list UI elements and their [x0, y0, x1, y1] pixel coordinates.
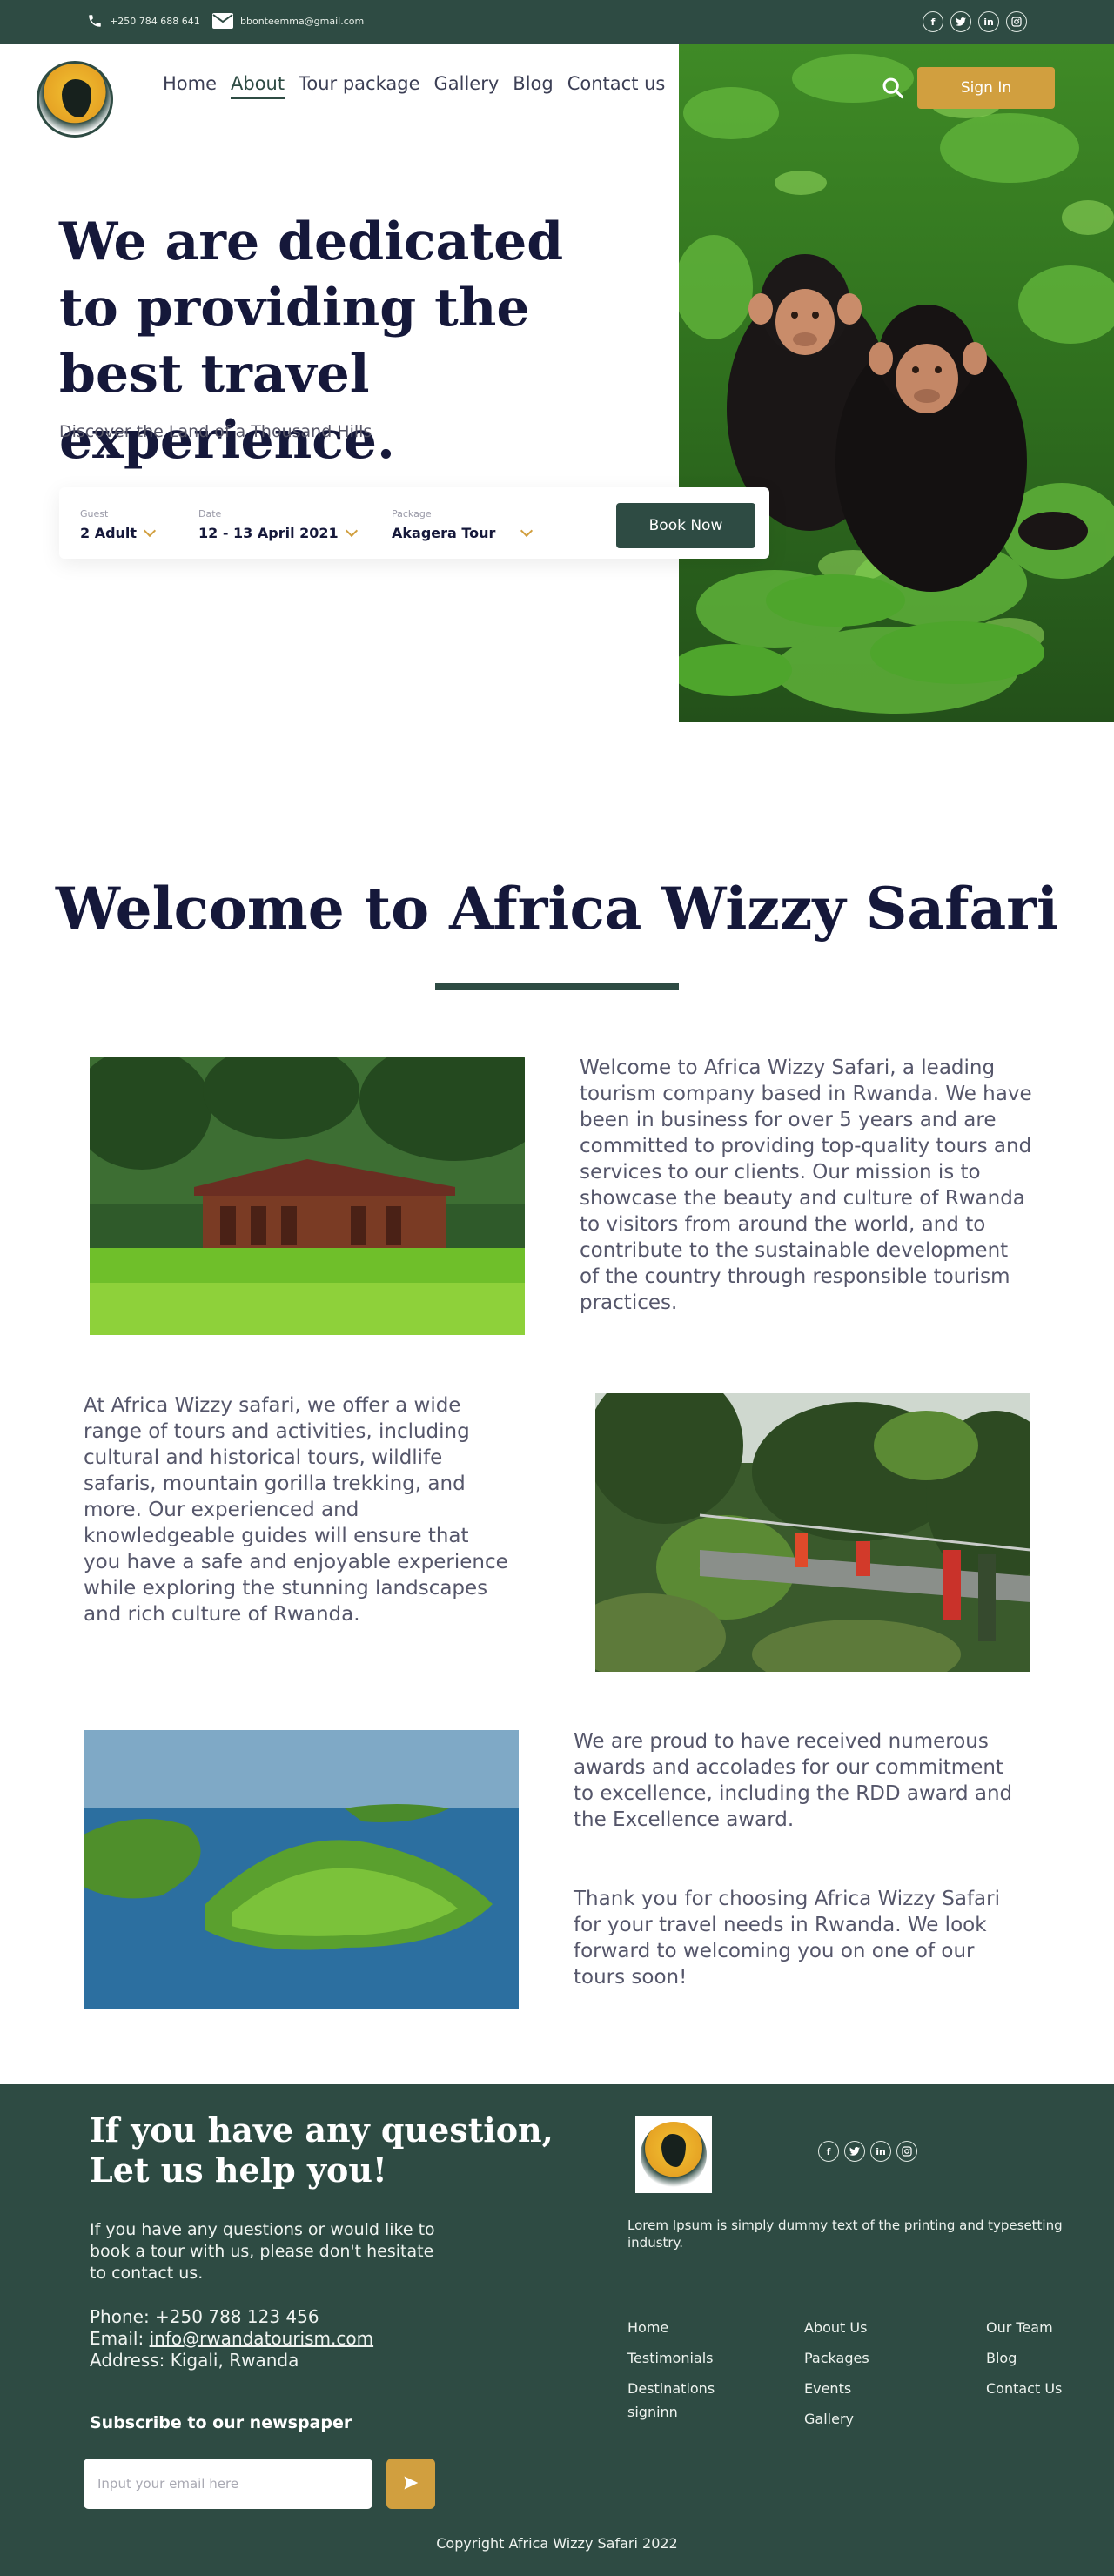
footer-email-link[interactable]: info@rwandatourism.com	[150, 2328, 373, 2349]
sign-in-button[interactable]: Sign In	[917, 67, 1055, 109]
footer-social-links: f in	[818, 2141, 917, 2162]
top-bar: +250 784 688 641 bbonteemma@gmail.com f …	[0, 0, 1114, 44]
africa-map-icon	[62, 79, 91, 117]
hero-subhead: Discover the Land of a Thousand Hills	[59, 422, 372, 441]
top-phone[interactable]: +250 784 688 641	[87, 13, 200, 29]
footer-contact-text: If you have any questions or would like …	[90, 2220, 435, 2283]
guest-value: 2 Adult	[80, 525, 138, 541]
hero-image-chimpanzees	[679, 44, 1114, 722]
welcome-paragraph-3: We are proud to have received numerous a…	[574, 1730, 1013, 1831]
twitter-icon[interactable]	[844, 2141, 865, 2162]
nav-about[interactable]: About	[231, 73, 285, 99]
title-underline	[435, 983, 679, 990]
search-icon[interactable]	[881, 76, 905, 100]
phone-icon	[89, 15, 101, 27]
book-now-button[interactable]: Book Now	[616, 503, 755, 548]
footer-link-home[interactable]: Home	[627, 2319, 715, 2336]
brand-logo[interactable]	[37, 61, 113, 138]
africa-map-icon	[661, 2134, 686, 2167]
footer-link-events[interactable]: Events	[804, 2380, 869, 2397]
package-field[interactable]: Package Akagera Tour	[392, 508, 534, 541]
top-email-text: bbonteemma@gmail.com	[240, 15, 365, 27]
footer: If you have any question, Let us help yo…	[0, 2084, 1114, 2576]
canopy-walk-image	[595, 1393, 1030, 1672]
twitter-icon[interactable]	[950, 11, 971, 32]
newsletter-heading: Subscribe to our newspaper	[90, 2413, 352, 2432]
footer-link-testimonials[interactable]: Testimonials	[627, 2350, 715, 2366]
footer-link-contact-us[interactable]: Contact Us	[986, 2380, 1062, 2397]
facebook-icon[interactable]: f	[818, 2141, 839, 2162]
welcome-title: Welcome to Africa Wizzy Safari	[55, 875, 1059, 943]
footer-title-line-2: Let us help you!	[90, 2150, 387, 2190]
send-icon	[404, 2476, 419, 2489]
footer-link-packages[interactable]: Packages	[804, 2350, 869, 2366]
package-value: Akagera Tour	[392, 525, 496, 541]
footer-contact-info: Phone: +250 788 123 456 Email: info@rwan…	[90, 2306, 373, 2371]
date-field[interactable]: Date 12 - 13 April 2021	[198, 508, 358, 541]
nav-gallery[interactable]: Gallery	[434, 73, 500, 94]
footer-links-col-2: About Us Packages Events Gallery	[804, 2319, 869, 2441]
lake-islands-image	[84, 1730, 519, 2009]
footer-logo[interactable]	[635, 2116, 712, 2193]
footer-link-blog[interactable]: Blog	[986, 2350, 1062, 2366]
guest-label: Guest	[80, 508, 109, 520]
welcome-paragraph-4: Thank you for choosing Africa Wizzy Safa…	[574, 1888, 1000, 1989]
newsletter-send-button[interactable]	[386, 2459, 435, 2509]
footer-phone: Phone: +250 788 123 456	[90, 2306, 319, 2327]
footer-description: Lorem Ipsum is simply dummy text of the …	[627, 2217, 1063, 2251]
footer-link-our-team[interactable]: Our Team	[986, 2319, 1062, 2336]
footer-title: If you have any question, Let us help yo…	[90, 2110, 577, 2190]
chevron-down-icon	[143, 524, 157, 538]
top-social-links: f in	[923, 11, 1027, 32]
package-label: Package	[392, 508, 432, 520]
instagram-icon[interactable]	[1006, 11, 1027, 32]
instagram-icon[interactable]	[896, 2141, 917, 2162]
main-nav: Home About Tour package Gallery Blog Con…	[163, 73, 666, 99]
footer-link-signin[interactable]: signinn	[627, 2404, 715, 2420]
top-phone-text: +250 784 688 641	[110, 15, 200, 27]
footer-link-about-us[interactable]: About Us	[804, 2319, 869, 2336]
date-value: 12 - 13 April 2021	[198, 525, 339, 541]
facebook-icon[interactable]: f	[923, 11, 943, 32]
mail-icon	[212, 13, 233, 29]
guest-field[interactable]: Guest 2 Adult	[80, 508, 157, 541]
footer-link-gallery[interactable]: Gallery	[804, 2411, 869, 2427]
welcome-paragraph-1: Welcome to Africa Wizzy Safari, a leadin…	[580, 1057, 1032, 1314]
footer-links-col-1: Home Testimonials Destinations signinn	[627, 2319, 715, 2434]
footer-title-line-1: If you have any question,	[90, 2110, 554, 2150]
top-email[interactable]: bbonteemma@gmail.com	[212, 13, 364, 29]
welcome-paragraph-2: At Africa Wizzy safari, we offer a wide …	[84, 1394, 508, 1626]
footer-address: Address: Kigali, Rwanda	[90, 2350, 299, 2371]
lodge-image	[90, 1057, 525, 1335]
copyright: Copyright Africa Wizzy Safari 2022	[436, 2535, 678, 2552]
nav-contact-us[interactable]: Contact us	[567, 73, 666, 94]
footer-email-line: Email: info@rwandatourism.com	[90, 2328, 373, 2350]
nav-tour-package[interactable]: Tour package	[299, 73, 419, 94]
footer-email-label: Email:	[90, 2328, 150, 2349]
linkedin-icon[interactable]: in	[978, 11, 999, 32]
footer-link-destinations[interactable]: Destinations	[627, 2380, 715, 2397]
chevron-down-icon	[520, 524, 534, 538]
linkedin-icon[interactable]: in	[870, 2141, 891, 2162]
date-label: Date	[198, 508, 222, 520]
footer-links-col-3: Our Team Blog Contact Us	[986, 2319, 1062, 2411]
nav-home[interactable]: Home	[163, 73, 217, 94]
newsletter-email-input[interactable]	[84, 2459, 372, 2509]
chevron-down-icon	[345, 524, 358, 538]
nav-blog[interactable]: Blog	[513, 73, 553, 94]
